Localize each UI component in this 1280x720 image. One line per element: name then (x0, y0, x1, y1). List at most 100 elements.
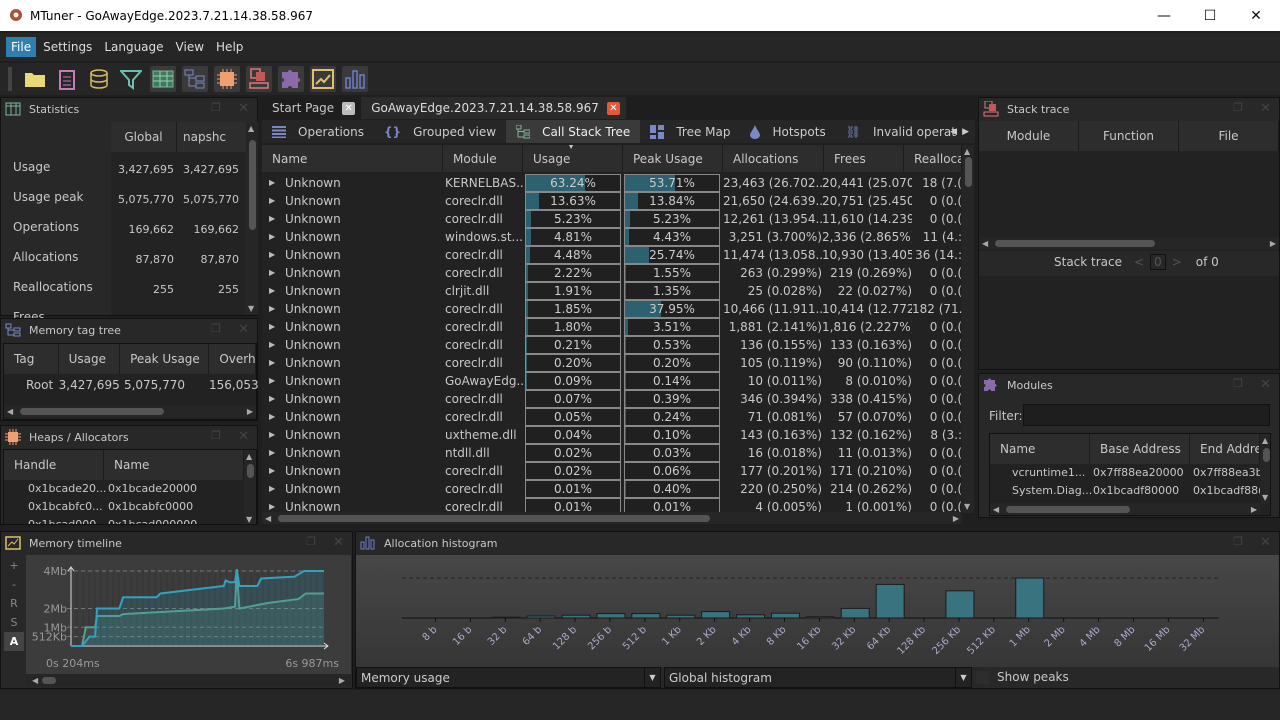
stack-index-field[interactable]: 0 (1150, 254, 1166, 270)
table-row[interactable]: ▶ Unknown coreclr.dll 0.01% 0.40% 220 (0.250%… (262, 480, 962, 498)
tag-tree-hscrollbar[interactable]: ◀ ▶ (4, 405, 256, 417)
stack-trace-hscrollbar[interactable]: ◀ ▶ (979, 237, 1279, 249)
table-row[interactable]: ▶ Unknown coreclr.dll 5.23% 5.23% 12,261 (13.… (262, 210, 962, 228)
module-row[interactable]: System.Diag... 0x1bcadf80000 0x1bcadf88( (990, 484, 1262, 502)
column-snapshot[interactable]: napshc (177, 122, 246, 152)
table-row[interactable]: ▶ Unknown coreclr.dll 0.05% 0.24% 71 (0.081%)… (262, 408, 962, 426)
column-name[interactable]: Name (262, 145, 443, 172)
menu-file[interactable]: File (6, 37, 37, 57)
next-button[interactable]: > (1172, 255, 1182, 269)
close-icon[interactable]: ✕ (1260, 535, 1271, 550)
puzzle-icon[interactable] (278, 66, 304, 92)
float-icon[interactable]: ❐ (211, 101, 221, 114)
column-reallocations[interactable]: Realloca (904, 145, 962, 172)
table-row[interactable]: ▶ Unknown coreclr.dll 13.63% 13.84% 21,650 (2… (262, 192, 962, 210)
expand-arrow-icon[interactable]: ▶ (269, 282, 275, 300)
column-peak-usage[interactable]: Peak Usage (120, 344, 210, 374)
menu-language[interactable]: Language (99, 37, 168, 57)
expand-arrow-icon[interactable]: ▶ (269, 498, 275, 513)
tab-hotspots[interactable]: Hotspots (740, 120, 835, 143)
stack-icon[interactable] (246, 66, 272, 92)
timeline-button-zoom-in[interactable]: + (4, 556, 24, 575)
table-row[interactable]: ▶ Unknown coreclr.dll 0.21% 0.53% 136 (0.155%… (262, 336, 962, 354)
table-row[interactable]: ▶ Unknown uxtheme.dll 0.04% 0.10% 143 (0.163%… (262, 426, 962, 444)
expand-arrow-icon[interactable]: ▶ (269, 354, 275, 372)
toolbar-grip[interactable] (8, 67, 12, 91)
table-row[interactable]: ▶ Unknown ntdll.dll 0.02% 0.03% 16 (0.018%) 11… (262, 444, 962, 462)
filter-icon[interactable] (118, 66, 144, 92)
table-icon[interactable] (150, 66, 176, 92)
table-row[interactable]: ▶ Unknown coreclr.dll 0.02% 0.06% 177 (0.201%… (262, 462, 962, 480)
column-allocations[interactable]: Allocations (723, 145, 824, 172)
expand-arrow-icon[interactable]: ▶ (269, 408, 275, 426)
expand-arrow-icon[interactable]: ▶ (269, 210, 275, 228)
database-icon[interactable] (86, 66, 112, 92)
heap-row[interactable]: 0x1bcabfc0... 0x1bcabfc0000 (4, 500, 244, 518)
show-peaks-checkbox[interactable]: Show peaks (976, 670, 1069, 684)
call-stack-hscrollbar[interactable]: ◀ ▶ (262, 512, 962, 524)
column-base-address[interactable]: Base Address (1090, 434, 1190, 464)
histogram-mode-select[interactable]: Memory usage ▼ (356, 667, 661, 688)
expand-arrow-icon[interactable]: ▶ (269, 480, 275, 498)
tab-tree-map[interactable]: Tree Map (640, 120, 740, 143)
module-row[interactable]: vcruntime1... 0x7ff88ea20000 0x7ff88ea3b (990, 466, 1263, 484)
tab-invalid-operations[interactable]: ⛓ Invalid operat (836, 120, 966, 143)
minimize-button[interactable]: — (1141, 0, 1187, 31)
table-row[interactable]: ▶ Unknown windows.st... 4.81% 4.43% 3,251 (3.… (262, 228, 962, 246)
float-icon[interactable]: ❐ (211, 322, 221, 335)
bar-chart-icon[interactable] (342, 66, 368, 92)
tree-icon[interactable] (182, 66, 208, 92)
close-tab-icon[interactable]: ✕ (606, 101, 620, 115)
heap-row[interactable]: 0x1bcade20... 0x1bcade20000 (4, 482, 244, 500)
column-module[interactable]: Module (443, 145, 523, 172)
expand-arrow-icon[interactable]: ▶ (269, 192, 275, 210)
expand-arrow-icon[interactable]: ▶ (269, 462, 275, 480)
close-icon[interactable]: ✕ (1260, 101, 1271, 116)
previous-button[interactable]: < (1134, 255, 1144, 269)
column-peak-usage[interactable]: Peak Usage (623, 145, 723, 172)
clipboard-icon[interactable] (54, 66, 80, 92)
expand-arrow-icon[interactable]: ▶ (269, 300, 275, 318)
table-row[interactable]: ▶ Unknown coreclr.dll 0.01% 0.01% 4 (0.005%) 1… (262, 498, 962, 513)
expand-arrow-icon[interactable]: ▶ (269, 174, 275, 192)
menu-view[interactable]: View (171, 37, 209, 57)
checkbox-box[interactable] (976, 670, 989, 684)
tab-grouped-view[interactable]: {} Grouped view (374, 120, 506, 143)
expand-arrow-icon[interactable]: ▶ (269, 246, 275, 264)
column-handle[interactable]: Handle (4, 450, 104, 480)
table-row[interactable]: ▶ Unknown KERNELBAS... 63.24% 53.71% 23,463 (… (262, 174, 962, 192)
expand-arrow-icon[interactable]: ▶ (269, 318, 275, 336)
tab-start-page[interactable]: Start Page ✕ (262, 97, 361, 119)
close-icon[interactable]: ✕ (238, 322, 249, 337)
close-icon[interactable]: ✕ (238, 101, 249, 116)
table-row[interactable]: ▶ Unknown coreclr.dll 1.85% 37.95% 10,466 (11… (262, 300, 962, 318)
expand-arrow-icon[interactable]: ▶ (269, 264, 275, 282)
module-filter-input[interactable] (1023, 404, 1270, 426)
modules-hscrollbar[interactable]: ◀ ▶ (990, 503, 1260, 515)
tab-operations[interactable]: Operations (262, 120, 374, 143)
column-usage[interactable]: Usage ▼ (523, 145, 623, 172)
tab-session[interactable]: GoAwayEdge.2023.7.21.14.38.58.967 ✕ (361, 97, 626, 119)
column-global[interactable]: Global (111, 122, 177, 152)
heap-row[interactable]: 0x1bcad000... 0x1bcad000000 (4, 518, 244, 524)
tab-call-stack-tree[interactable]: Call Stack Tree (506, 120, 641, 143)
expand-arrow-icon[interactable]: ▶ (269, 336, 275, 354)
memory-timeline-chart[interactable]: 4Mb2Mb1Mb512Kb0s 204ms 6s 987ms (26, 555, 351, 675)
table-row[interactable]: ▶ Unknown coreclr.dll 1.80% 3.51% 1,881 (2.14… (262, 318, 962, 336)
table-row[interactable]: ▶ Unknown coreclr.dll 4.48% 25.74% 11,474 (13… (262, 246, 962, 264)
close-icon[interactable]: ✕ (333, 535, 344, 550)
close-tab-icon[interactable]: ✕ (342, 101, 356, 115)
expand-arrow-icon[interactable]: ▶ (269, 372, 275, 390)
histogram-scope-select[interactable]: Global histogram ▼ (664, 667, 972, 688)
column-function[interactable]: Function (1079, 121, 1179, 151)
column-module[interactable]: Module (979, 121, 1079, 151)
column-overhead[interactable]: Overhe (209, 344, 256, 374)
table-row[interactable]: ▶ Unknown clrjit.dll 1.91% 1.35% 25 (0.028%) 2… (262, 282, 962, 300)
modules-vscrollbar[interactable]: ▲ ▼ (1260, 434, 1270, 504)
chip-icon[interactable] (214, 66, 240, 92)
float-icon[interactable]: ❐ (211, 429, 221, 442)
tab-scroll-right-icon[interactable]: ▶ (962, 127, 969, 137)
timeline-hscrollbar[interactable]: ◀ ▶ (26, 674, 351, 686)
statistics-scrollbar[interactable]: ▲ ▼ (246, 122, 258, 315)
menu-settings[interactable]: Settings (38, 37, 97, 57)
